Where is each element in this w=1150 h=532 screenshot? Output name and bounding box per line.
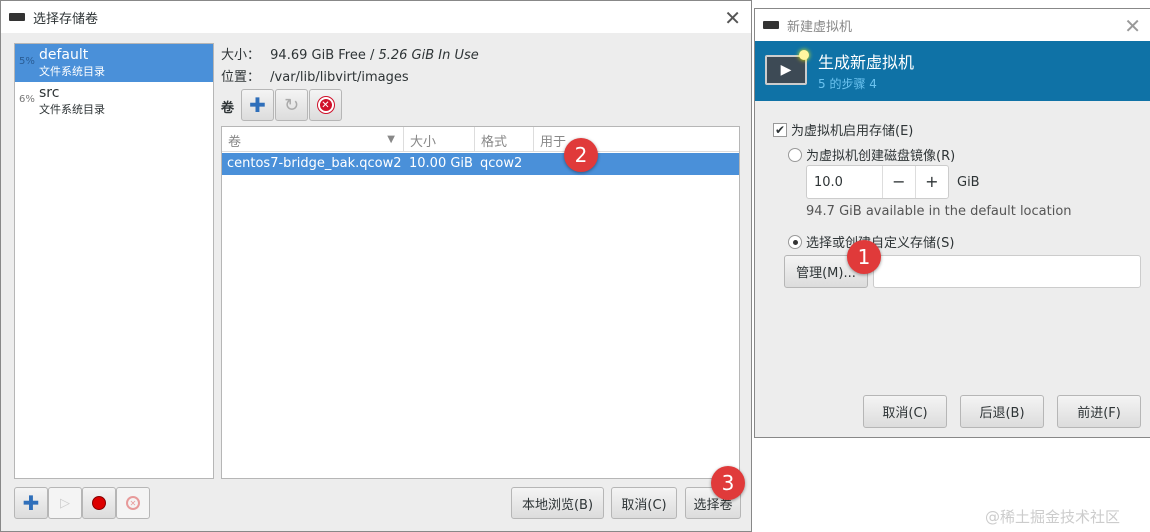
location-path: /var/lib/libvirt/images <box>270 70 409 85</box>
dialog-titlebar: 选择存储卷 <box>1 1 751 33</box>
select-volume-dialog: 选择存储卷 ✕ 5% default 文件系统目录 6% src 文件系统目录 … <box>0 0 752 532</box>
radio-icon <box>788 147 802 162</box>
enable-storage-label: 为虚拟机启用存储(E) <box>791 124 914 139</box>
pool-usage: 5% <box>19 56 35 67</box>
size-free: 94.69 GiB Free / <box>270 48 375 63</box>
window-title: 新建虚拟机 <box>787 19 853 35</box>
delete-volume-button[interactable]: ✕ <box>309 89 342 121</box>
delete-icon: ✕ <box>316 96 335 114</box>
pool-type: 文件系统目录 <box>39 103 105 116</box>
virt-manager-icon <box>763 21 779 29</box>
sort-down-icon: ▼ <box>387 134 395 145</box>
increment-button[interactable]: + <box>916 166 948 198</box>
size-used: 5.26 GiB In Use <box>378 48 479 63</box>
delete-pool-button[interactable]: ✕ <box>116 487 150 519</box>
pool-usage: 6% <box>19 94 35 105</box>
create-disk-radio[interactable]: 为虚拟机创建磁盘镜像(R) <box>788 145 955 164</box>
column-header-format[interactable]: 格式 <box>475 127 534 152</box>
refresh-volumes-button[interactable]: ↻ <box>275 89 308 121</box>
pool-location-info: 位置： /var/lib/libvirt/images <box>221 66 409 85</box>
pool-item-src[interactable]: 6% src 文件系统目录 <box>15 82 213 120</box>
pool-name: default <box>39 47 89 63</box>
volume-used-by <box>534 153 544 159</box>
stop-pool-button[interactable] <box>82 487 116 519</box>
table-header: 卷 ▼ 大小 格式 用于 <box>222 127 739 152</box>
window-titlebar: 新建虚拟机 <box>755 9 1150 41</box>
create-disk-label: 为虚拟机创建磁盘镜像(R) <box>806 149 956 164</box>
add-volume-button[interactable]: ✚ <box>241 89 274 121</box>
forward-button[interactable]: 前进(F) <box>1057 395 1141 428</box>
decrement-button[interactable]: − <box>883 166 916 198</box>
annotation-badge-1: 1 <box>847 240 881 274</box>
size-label: 大小： <box>221 48 261 63</box>
column-header-size[interactable]: 大小 <box>404 127 475 152</box>
new-vm-window: 新建虚拟机 ✕ ▶ 生成新虚拟机 5 的步骤 4 ✔ 为虚拟机启用存储(E) 为… <box>754 8 1150 438</box>
volume-format: qcow2 <box>480 156 523 171</box>
disk-size-spinner: 10.0 − + <box>806 165 949 199</box>
add-pool-button[interactable]: ✚ <box>14 487 48 519</box>
pool-name: src <box>39 85 60 101</box>
star-icon <box>799 50 809 60</box>
pool-type: 文件系统目录 <box>39 65 105 78</box>
custom-storage-label: 选择或创建自定义存储(S) <box>806 236 955 251</box>
back-button[interactable]: 后退(B) <box>960 395 1044 428</box>
wizard-header: ▶ 生成新虚拟机 5 的步骤 4 <box>755 41 1150 101</box>
custom-storage-path-input[interactable] <box>873 255 1141 288</box>
close-icon[interactable]: ✕ <box>1124 14 1141 38</box>
browse-local-button[interactable]: 本地浏览(B) <box>511 487 604 519</box>
delete-icon: ✕ <box>126 496 140 510</box>
cancel-button[interactable]: 取消(C) <box>611 487 677 519</box>
pool-item-default[interactable]: 5% default 文件系统目录 <box>15 44 213 82</box>
wizard-title: 生成新虚拟机 <box>818 53 915 72</box>
disk-unit: GiB <box>957 175 980 190</box>
enable-storage-checkbox[interactable]: ✔ 为虚拟机启用存储(E) <box>773 120 913 139</box>
dialog-title: 选择存储卷 <box>33 11 99 27</box>
close-icon[interactable]: ✕ <box>724 6 741 30</box>
pool-size-info: 大小： 94.69 GiB Free / 5.26 GiB In Use <box>221 44 479 63</box>
column-header-volume[interactable]: 卷 ▼ <box>222 127 404 152</box>
radio-selected-icon <box>788 234 802 249</box>
table-row[interactable]: centos7-bridge_bak.qcow2 10.00 GiB qcow2 <box>222 153 739 175</box>
monitor-icon: ▶ <box>765 55 807 85</box>
start-pool-button[interactable]: ▷ <box>48 487 82 519</box>
watermark: @稀土掘金技术社区 <box>985 508 1121 526</box>
disk-size-input[interactable]: 10.0 <box>807 166 884 198</box>
stop-icon <box>92 496 106 510</box>
location-label: 位置： <box>221 70 261 85</box>
annotation-badge-2: 2 <box>564 138 598 172</box>
checkbox-checked-icon: ✔ <box>773 122 787 137</box>
wizard-step: 5 的步骤 4 <box>818 77 877 91</box>
volumes-label: 卷 <box>221 101 235 116</box>
annotation-badge-3: 3 <box>711 466 745 500</box>
volume-size: 10.00 GiB <box>409 156 473 171</box>
pool-list: 5% default 文件系统目录 6% src 文件系统目录 <box>14 43 214 479</box>
cancel-button[interactable]: 取消(C) <box>863 395 947 428</box>
volume-table: 卷 ▼ 大小 格式 用于 centos7-bridge_bak.qcow2 10.… <box>221 126 740 479</box>
virt-manager-icon <box>9 13 25 21</box>
volume-name: centos7-bridge_bak.qcow2 <box>227 156 402 171</box>
available-space: 94.7 GiB available in the default locati… <box>806 204 1072 219</box>
